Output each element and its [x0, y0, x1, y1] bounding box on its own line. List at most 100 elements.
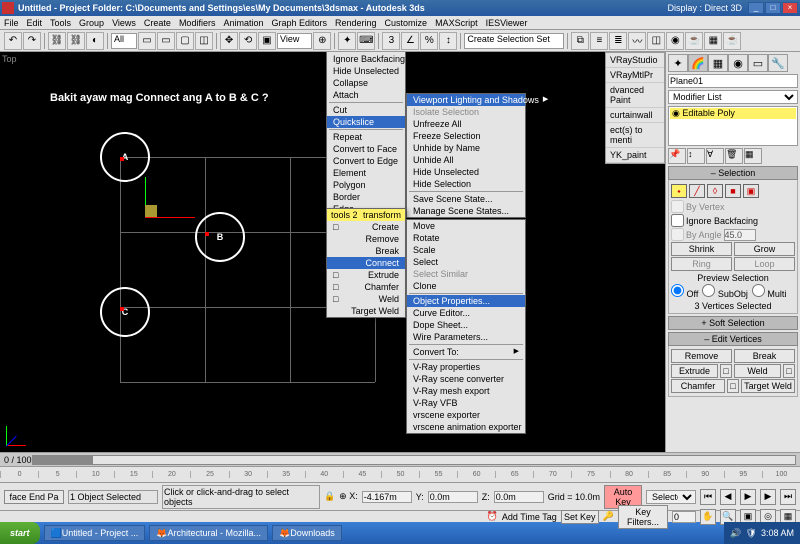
chamfer-button[interactable]: Chamfer	[671, 379, 725, 393]
stack-editable-poly[interactable]: ◉ Editable Poly	[670, 108, 796, 119]
modifier-list[interactable]: Modifier List	[668, 90, 798, 104]
menu-vrscene-anim-export[interactable]: vrscene animation exporter	[407, 421, 525, 433]
show-end-result-button[interactable]: ↕	[687, 148, 705, 164]
menu-cut[interactable]: Cut	[327, 104, 405, 116]
make-unique-button[interactable]: ∀	[706, 148, 724, 164]
menu-unhide-name[interactable]: Unhide by Name	[407, 142, 525, 154]
tab-modify[interactable]: 🌈	[688, 54, 708, 72]
chamfer-settings[interactable]: □	[727, 379, 739, 393]
manipulate-button[interactable]: ✦	[338, 32, 356, 50]
menu-dope-sheet[interactable]: Dope Sheet...	[407, 319, 525, 331]
menu-chamfer[interactable]: □Chamfer	[327, 281, 405, 293]
weld-settings[interactable]: □	[783, 364, 795, 378]
menu-attach[interactable]: Attach	[327, 89, 405, 101]
undo-button[interactable]: ↶	[4, 32, 22, 50]
goto-start-button[interactable]: ⏮	[700, 489, 716, 505]
menu-curve-editor[interactable]: Curve Editor...	[407, 307, 525, 319]
menu-break[interactable]: Break	[327, 245, 405, 257]
setkey-button[interactable]: Set Key	[561, 510, 599, 524]
start-button[interactable]: start	[0, 522, 40, 544]
subobj-edge[interactable]: ╱	[689, 184, 705, 198]
minimize-button[interactable]: _	[748, 2, 764, 14]
angle-spinner[interactable]	[724, 229, 756, 241]
timeline-ruler[interactable]: 0510152025303540455055606570758085909510…	[0, 466, 800, 482]
menu-weld[interactable]: □Weld	[327, 293, 405, 305]
schematic-button[interactable]: ◫	[647, 32, 665, 50]
menu-rendering[interactable]: Rendering	[335, 18, 377, 28]
select-name-button[interactable]: ▭	[157, 32, 175, 50]
select-button[interactable]: ▭	[138, 32, 156, 50]
time-slider[interactable]	[32, 455, 796, 465]
vertex[interactable]	[120, 157, 124, 161]
menu-hide-selection[interactable]: Hide Selection	[407, 178, 525, 190]
object-name-input[interactable]	[668, 74, 798, 88]
tab-motion[interactable]: ◉	[728, 54, 748, 72]
menu-manage-scene-states[interactable]: Manage Scene States...	[407, 205, 525, 217]
menu-rotate[interactable]: Rotate	[407, 232, 525, 244]
vertex[interactable]	[120, 307, 124, 311]
material-dvanced paint[interactable]: dvanced Paint	[606, 83, 664, 108]
menu-convert-to[interactable]: Convert To:	[407, 346, 525, 358]
render-button[interactable]: ☕	[723, 32, 741, 50]
extrude-button[interactable]: Extrude	[671, 364, 718, 378]
menu-isolate[interactable]: Isolate Selection	[407, 106, 525, 118]
snap-button[interactable]: 3	[382, 32, 400, 50]
named-selection-set[interactable]: Create Selection Set	[464, 33, 564, 49]
layers-button[interactable]: ≣	[609, 32, 627, 50]
close-button[interactable]: ×	[782, 2, 798, 14]
menu-repeat[interactable]: Repeat	[327, 131, 405, 143]
tab-utilities[interactable]: 🔧	[768, 54, 788, 72]
rotate-button[interactable]: ⟲	[239, 32, 257, 50]
prompt-field[interactable]: face End Pa	[4, 490, 64, 504]
menu-animation[interactable]: Animation	[223, 18, 263, 28]
menu-vray-scene-conv[interactable]: V-Ray scene converter	[407, 373, 525, 385]
menu-ignore-backfacing[interactable]: Ignore Backfacing	[327, 53, 405, 65]
grow-button[interactable]: Grow	[734, 242, 795, 256]
tab-create[interactable]: ✦	[668, 54, 688, 72]
maximize-button[interactable]: □	[765, 2, 781, 14]
material-editor-button[interactable]: ◉	[666, 32, 684, 50]
menu-move[interactable]: Move	[407, 220, 525, 232]
key-filters-button[interactable]: Key Filters...	[618, 505, 668, 529]
curve-editor-button[interactable]: 〰	[628, 32, 646, 50]
move-button[interactable]: ✥	[220, 32, 238, 50]
menu-hide-unselected[interactable]: Hide Unselected	[327, 65, 405, 77]
menu-object-properties[interactable]: Object Properties...	[407, 295, 525, 307]
menu-border[interactable]: Border	[327, 191, 405, 203]
menu-hide-unselected[interactable]: Hide Unselected	[407, 166, 525, 178]
by-angle-checkbox[interactable]	[671, 228, 684, 241]
bind-button[interactable]: ◐	[86, 32, 104, 50]
rollout-soft-selection[interactable]: + Soft Selection	[668, 316, 798, 330]
mirror-button[interactable]: ⧉	[571, 32, 589, 50]
menu-create[interactable]: Create	[144, 18, 171, 28]
ref-coord-dropdown[interactable]: View	[277, 33, 312, 49]
vertex[interactable]	[205, 232, 209, 236]
prev-frame-button[interactable]: ◀	[720, 489, 736, 505]
menu-save-scene-state[interactable]: Save Scene State...	[407, 193, 525, 205]
menu-graph-editors[interactable]: Graph Editors	[271, 18, 327, 28]
system-tray[interactable]: 🔊 🛡 3:08 AM	[724, 522, 800, 544]
menu-extrude[interactable]: □Extrude	[327, 269, 405, 281]
menu-clone[interactable]: Clone	[407, 280, 525, 292]
current-frame-input[interactable]	[672, 511, 696, 523]
menu-select-similar[interactable]: Select Similar	[407, 268, 525, 280]
menu-viewport-lighting[interactable]: Viewport Lighting and Shadows	[407, 94, 525, 106]
menu-connect[interactable]: Connect	[327, 257, 405, 269]
scale-button[interactable]: ▣	[258, 32, 276, 50]
menu-vray-props[interactable]: V-Ray properties	[407, 361, 525, 373]
taskbar-item-3dsmax[interactable]: 🟦 Untitled - Project ...	[44, 525, 146, 541]
angle-snap-button[interactable]: ∠	[401, 32, 419, 50]
clock[interactable]: 3:08 AM	[761, 528, 794, 538]
menu-scale[interactable]: Scale	[407, 244, 525, 256]
align-button[interactable]: ≡	[590, 32, 608, 50]
modifier-stack[interactable]: ◉ Editable Poly	[668, 106, 798, 146]
menu-select[interactable]: Select	[407, 256, 525, 268]
menu-unhide-all[interactable]: Unhide All	[407, 154, 525, 166]
menu-vrscene-export[interactable]: vrscene exporter	[407, 409, 525, 421]
menu-polygon[interactable]: Polygon	[327, 179, 405, 191]
subobj-polygon[interactable]: ■	[725, 184, 741, 198]
menu-convert-edge[interactable]: Convert to Edge	[327, 155, 405, 167]
tab-display[interactable]: ▭	[748, 54, 768, 72]
menu-edit[interactable]: Edit	[27, 18, 43, 28]
loop-button[interactable]: Loop	[734, 257, 795, 271]
